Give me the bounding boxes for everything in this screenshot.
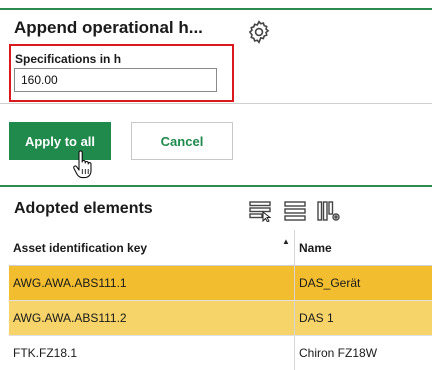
adopted-elements-table: Asset identification key ▲ Name AWG.AWA.… bbox=[9, 230, 432, 370]
panel-title: Append operational h... bbox=[14, 18, 203, 37]
column-settings-icon[interactable] bbox=[317, 200, 341, 222]
cell-name: Chiron FZ18W bbox=[299, 346, 378, 360]
column-header-asset-key[interactable]: Asset identification key bbox=[9, 230, 294, 266]
cell-name: DAS 1 bbox=[299, 311, 334, 325]
specifications-input[interactable] bbox=[14, 68, 217, 92]
apply-to-all-button[interactable]: Apply to all bbox=[9, 122, 111, 160]
divider bbox=[0, 103, 432, 104]
select-rows-icon[interactable] bbox=[249, 200, 273, 222]
cancel-button[interactable]: Cancel bbox=[131, 122, 233, 160]
section-rule bbox=[0, 185, 432, 187]
gear-icon[interactable] bbox=[246, 19, 272, 45]
specifications-field-group: Specifications in h bbox=[9, 44, 234, 102]
cell-asset-key: FTK.FZ18.1 bbox=[13, 346, 78, 360]
list-view-icon[interactable] bbox=[283, 200, 307, 222]
specifications-label: Specifications in h bbox=[15, 52, 122, 66]
column-header-name[interactable]: Name bbox=[295, 230, 432, 266]
cell-asset-key: AWG.AWA.ABS111.2 bbox=[13, 311, 127, 325]
table-row[interactable]: FTK.FZ18.1 Chiron FZ18W bbox=[9, 336, 432, 370]
table-header: Asset identification key ▲ Name bbox=[9, 230, 432, 266]
table-row[interactable]: AWG.AWA.ABS111.2 DAS 1 bbox=[9, 301, 432, 336]
sort-ascending-icon[interactable]: ▲ bbox=[282, 237, 290, 246]
table-row[interactable]: AWG.AWA.ABS111.1 DAS_Gerät bbox=[9, 266, 432, 301]
hand-cursor-icon bbox=[73, 150, 92, 179]
cell-name: DAS_Gerät bbox=[299, 276, 361, 290]
header-rule bbox=[0, 8, 432, 10]
cell-asset-key: AWG.AWA.ABS111.1 bbox=[13, 276, 127, 290]
adopted-elements-title: Adopted elements bbox=[14, 200, 153, 217]
